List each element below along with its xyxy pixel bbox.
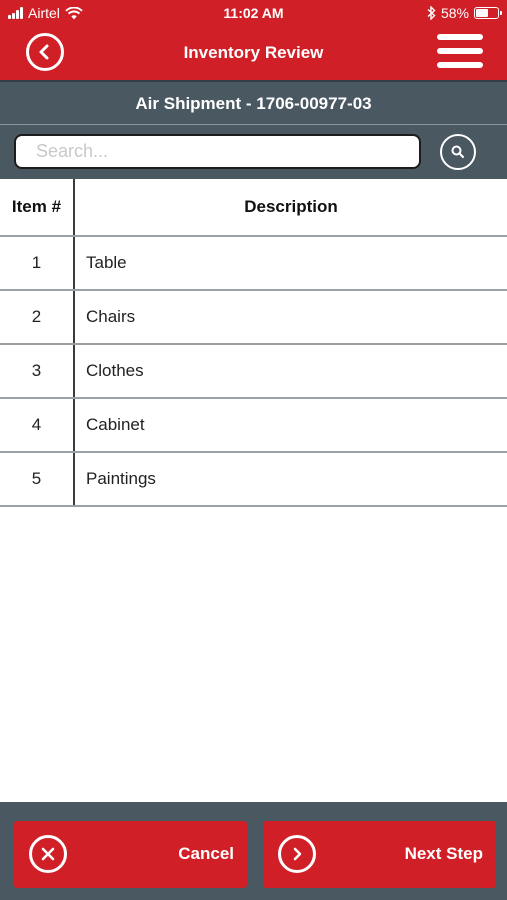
footer-bar: Cancel Next Step (0, 802, 507, 900)
chevron-right-circle-icon (278, 835, 316, 873)
battery-percent: 58% (440, 5, 469, 21)
status-bar: Airtel 11:02 AM 58% (0, 0, 507, 28)
table-header: Item # Description (0, 179, 507, 237)
item-number: 1 (0, 237, 75, 289)
table-row[interactable]: 3 Clothes (0, 345, 507, 399)
page-title: Inventory Review (183, 43, 324, 62)
item-number: 5 (0, 453, 75, 505)
hamburger-menu-icon (437, 34, 483, 40)
menu-button[interactable] (437, 34, 483, 68)
app-header: Inventory Review (0, 28, 507, 80)
shipment-title: Air Shipment - 1706-00977-03 (0, 80, 507, 124)
item-number: 4 (0, 399, 75, 451)
close-circle-icon (29, 835, 67, 873)
search-input[interactable] (14, 134, 421, 169)
search-button[interactable] (440, 134, 476, 170)
item-description: Cabinet (86, 415, 145, 434)
column-header-description: Description (244, 197, 338, 216)
column-header-item: Item # (0, 179, 75, 235)
status-right: 58% (427, 5, 502, 21)
item-number: 3 (0, 345, 75, 397)
search-icon (451, 145, 464, 158)
item-description: Table (86, 253, 127, 272)
menu-bar (437, 48, 483, 54)
next-step-label: Next Step (404, 844, 483, 863)
item-description: Chairs (86, 307, 136, 326)
battery-fill (476, 9, 489, 17)
table-row[interactable]: 5 Paintings (0, 453, 507, 507)
chevron-glyph (293, 847, 302, 861)
table-row[interactable]: 1 Table (0, 237, 507, 291)
search-bar (0, 124, 507, 179)
table-row[interactable]: 4 Cabinet (0, 399, 507, 453)
next-step-button[interactable]: Next Step (263, 821, 496, 888)
item-description: Paintings (86, 469, 156, 488)
bluetooth-icon (427, 6, 436, 20)
menu-bar (437, 62, 483, 68)
cancel-button[interactable]: Cancel (14, 821, 247, 888)
cancel-label: Cancel (178, 844, 234, 863)
item-description: Clothes (86, 361, 144, 380)
table-row[interactable]: 2 Chairs (0, 291, 507, 345)
inventory-table: Item # Description 1 Table 2 Chairs 3 Cl… (0, 179, 507, 507)
item-number: 2 (0, 291, 75, 343)
close-glyph (41, 847, 55, 861)
battery-icon (474, 7, 502, 19)
